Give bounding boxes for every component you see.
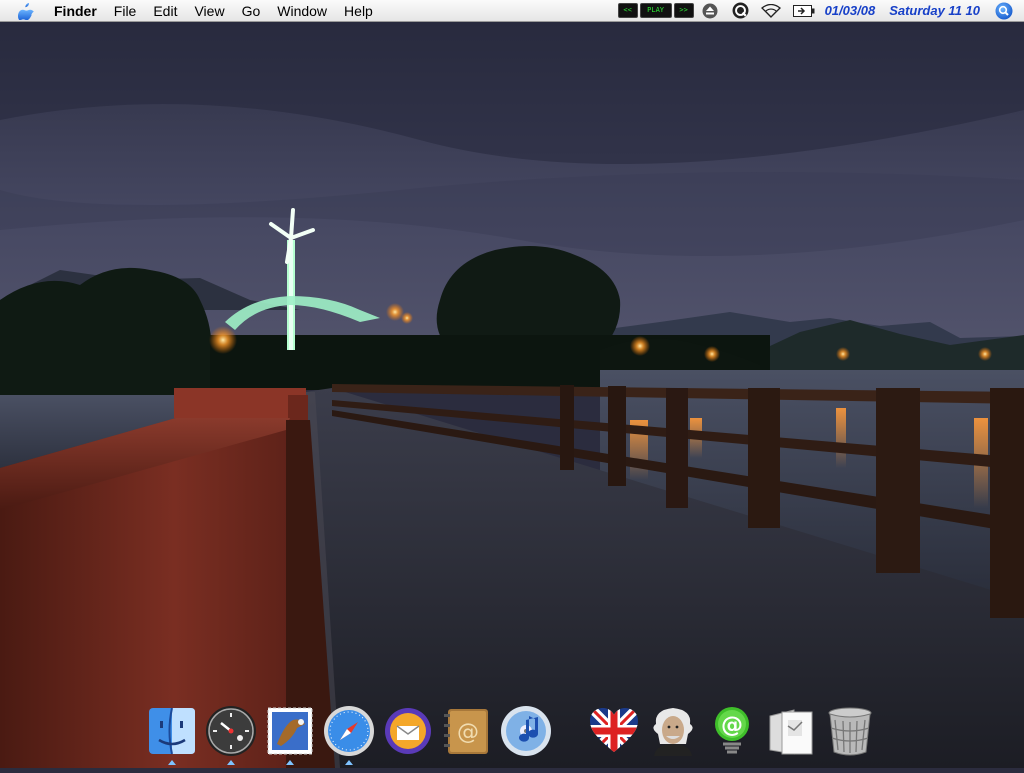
dock-item-einstein[interactable] [645,704,701,764]
mail-client-icon [385,708,431,754]
dock-item-mail-client[interactable] [380,704,436,764]
menubar-status-area: << PLAY >> 01/03/08 Saturday 11 10 [617,0,1024,21]
safari-icon [324,706,374,756]
eject-icon[interactable] [702,3,718,19]
running-indicator [168,760,176,765]
address-book-icon: @ [444,709,488,754]
dock-item-mail[interactable] [262,704,318,765]
svg-text:@: @ [721,713,743,738]
einstein-icon [653,708,693,756]
documents-icon [769,709,813,755]
dock-item-safari[interactable] [321,704,377,765]
finder-icon [149,707,195,755]
previous-track-button[interactable]: << [617,3,638,18]
dock-item-itunes[interactable] [498,704,554,764]
wifi-icon[interactable] [760,3,781,18]
running-indicator [286,760,294,765]
menu-edit[interactable]: Edit [153,3,177,19]
menu-bar: Finder File Edit View Go Window Help << … [0,0,1024,22]
desktop-wallpaper [0,22,1024,768]
svg-text:@: @ [457,720,479,745]
dock-item-dashboard[interactable] [203,704,259,765]
next-track-button[interactable]: >> [673,3,694,18]
uk-flag-heart-icon [590,708,638,752]
dock: @ @ [140,700,884,768]
play-button[interactable]: PLAY [639,3,672,18]
clock-date[interactable]: 01/03/08 [825,3,876,18]
dock-item-email-app[interactable]: @ [704,704,760,764]
trash-icon [828,707,872,756]
spotlight-icon[interactable] [994,1,1014,21]
dashboard-icon [206,706,256,756]
apple-menu-icon[interactable] [14,2,38,20]
battery-icon[interactable] [792,4,815,17]
dock-item-address-book[interactable]: @ [439,704,495,764]
menu-go[interactable]: Go [242,3,261,19]
menu-window[interactable]: Window [277,3,327,19]
clock-time[interactable]: Saturday 11 10 [889,3,980,18]
quicksilver-icon[interactable] [732,2,749,19]
dock-item-finder[interactable] [144,704,200,765]
menu-file[interactable]: File [114,3,137,19]
menu-app-name[interactable]: Finder [54,3,97,19]
dock-item-trash[interactable] [822,704,878,764]
itunes-icon [501,706,551,756]
dock-item-uk-flag[interactable] [586,704,642,764]
menu-help[interactable]: Help [344,3,373,19]
running-indicator [345,760,353,765]
menu-view[interactable]: View [194,3,224,19]
running-indicator [227,760,235,765]
mail-icon [267,707,313,755]
at-sign-spring-icon: @ [715,707,749,754]
dock-item-documents[interactable] [763,704,819,764]
